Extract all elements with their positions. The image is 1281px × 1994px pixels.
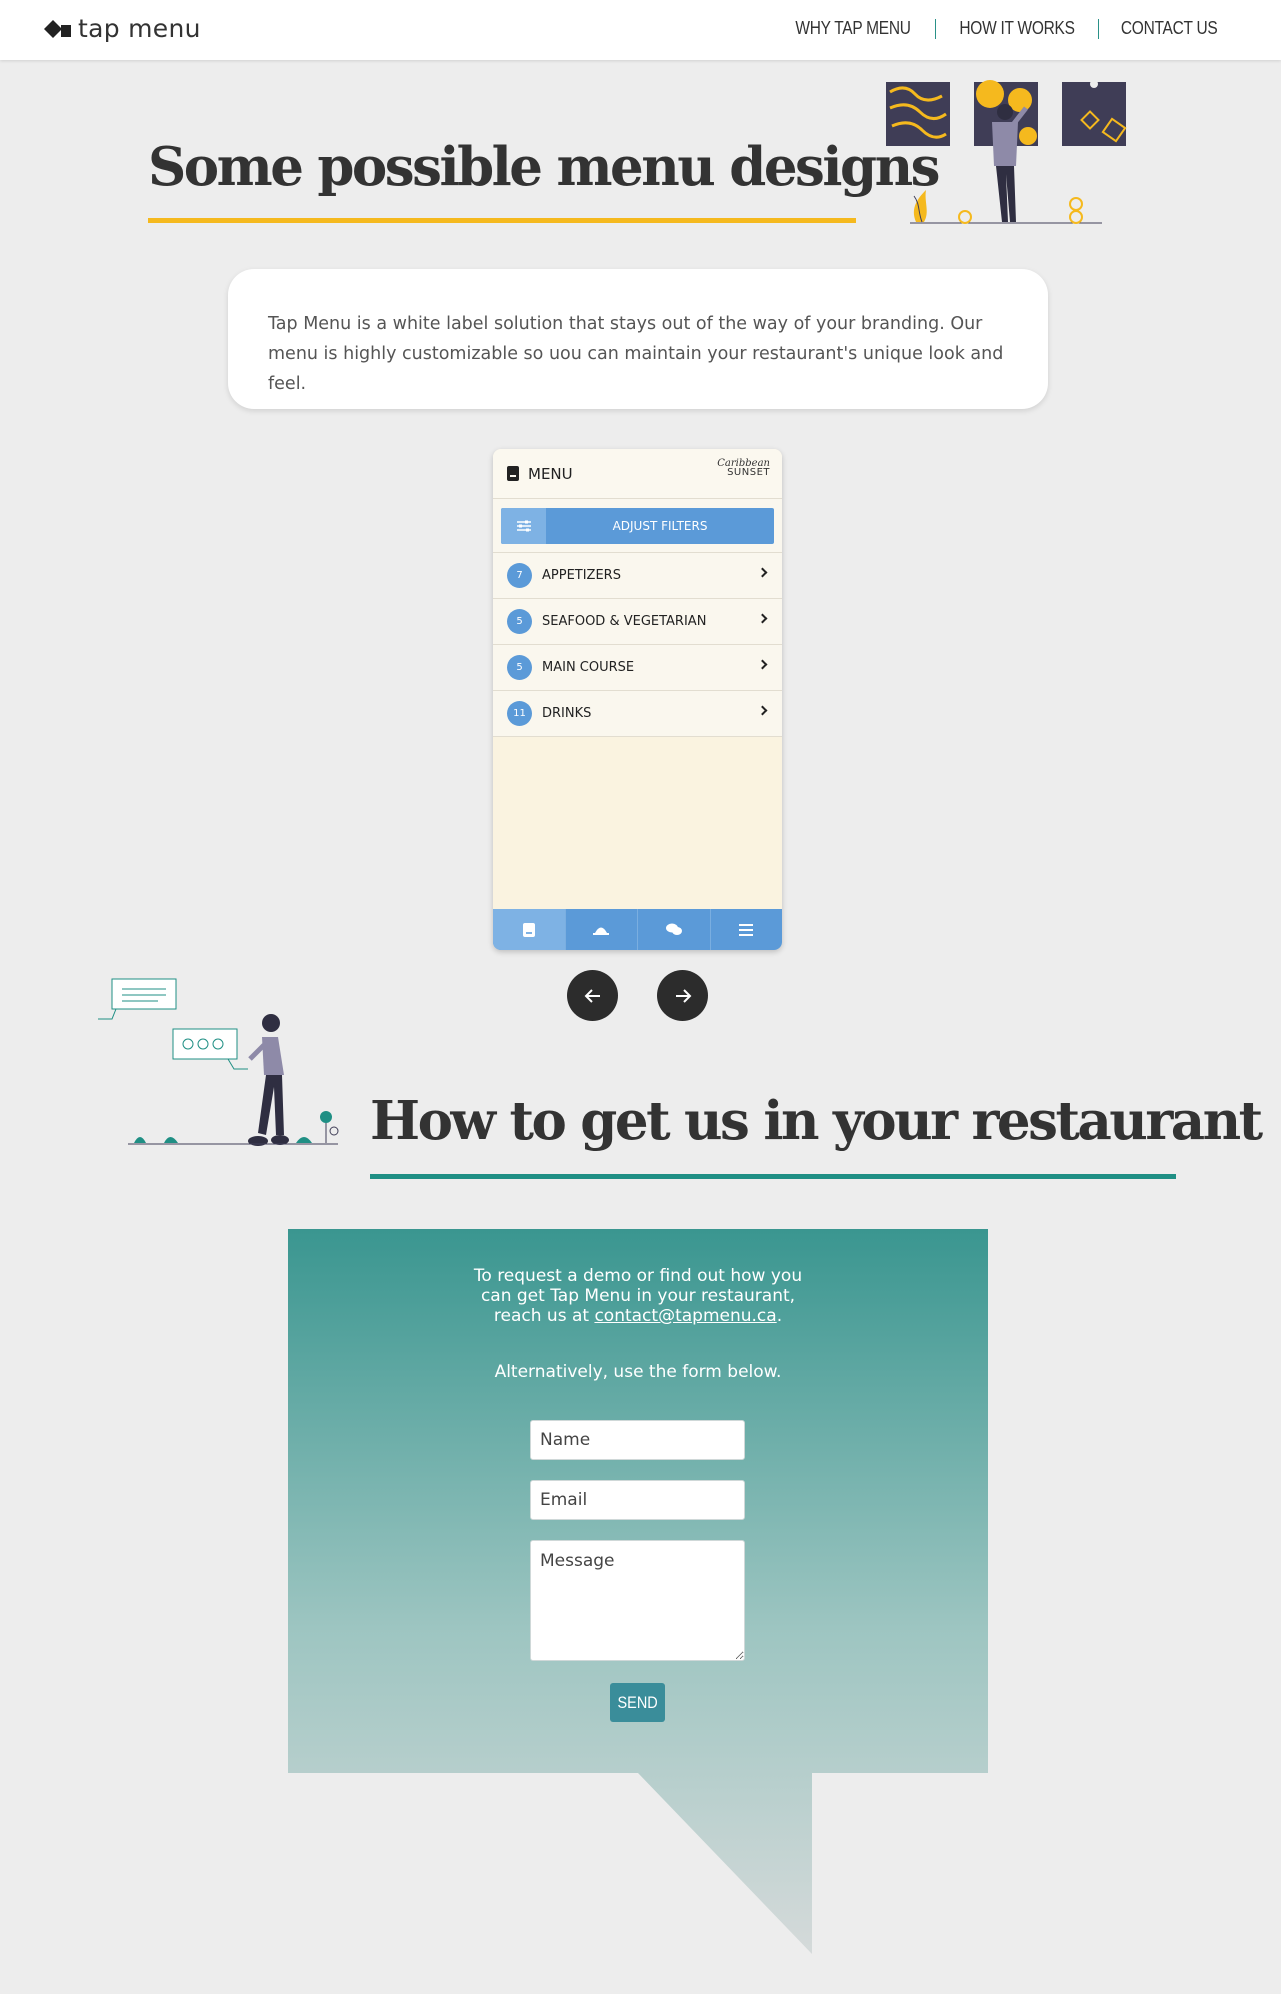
- chat-icon: [665, 923, 682, 935]
- category-count: 7: [507, 563, 532, 588]
- category-count: 11: [507, 701, 532, 726]
- name-field[interactable]: [530, 1420, 745, 1460]
- designs-heading: Some possible menu designs: [148, 136, 940, 198]
- nav-links: WHY TAP MENU HOW IT WORKS CONTACT US: [786, 18, 1225, 39]
- contact-section: To request a demo or find out how you ca…: [288, 1229, 988, 1954]
- email-field[interactable]: [530, 1480, 745, 1520]
- logo-icon: [44, 19, 71, 38]
- category-label: DRINKS: [542, 706, 592, 721]
- arrow-right-icon: [675, 988, 691, 1003]
- intro-text: Tap Menu is a white label solution that …: [268, 314, 1004, 394]
- hamburger-icon: [739, 923, 754, 936]
- contact-alt-text: Alternatively, use the form below.: [494, 1362, 782, 1382]
- tab-menu[interactable]: [493, 909, 566, 950]
- gallery-illustration: [886, 80, 1127, 224]
- top-nav: tap menu WHY TAP MENU HOW IT WORKS CONTA…: [0, 0, 1281, 60]
- cloche-icon: [593, 927, 610, 935]
- menu-book-icon: [507, 466, 519, 481]
- category-count: 5: [507, 609, 532, 634]
- restaurant-logo: Caribbean SUNSET: [717, 458, 770, 478]
- filter-bar: ADJUST FILTERS: [493, 499, 782, 553]
- feedback-illustration: [98, 978, 339, 1146]
- heading-underline: [148, 218, 856, 223]
- category-label: MAIN COURSE: [542, 660, 635, 675]
- category-row-drinks[interactable]: 11 DRINKS: [493, 691, 782, 737]
- category-row-main-course[interactable]: 5 MAIN COURSE: [493, 645, 782, 691]
- heading-underline: [370, 1174, 1176, 1179]
- adjust-filters-button[interactable]: ADJUST FILTERS: [501, 508, 774, 544]
- next-design-button[interactable]: [657, 970, 708, 1021]
- phone-menu-title: MENU: [528, 464, 573, 483]
- chevron-right-icon: [757, 705, 768, 716]
- intro-card: Tap Menu is a white label solution that …: [228, 269, 1048, 409]
- restaurant-heading: How to get us in your restaurant: [370, 1090, 1263, 1152]
- logo-text: tap menu: [78, 14, 201, 43]
- chevron-right-icon: [757, 659, 768, 670]
- category-label: APPETIZERS: [542, 568, 621, 583]
- arrow-left-icon: [584, 988, 600, 1003]
- menu-phone-preview: MENU Caribbean SUNSET ADJUST FILTERS 7 A…: [493, 449, 782, 950]
- send-label: SEND: [617, 1692, 658, 1712]
- tab-chat[interactable]: [638, 909, 711, 950]
- adjust-filters-label: ADJUST FILTERS: [612, 519, 708, 533]
- message-field[interactable]: [530, 1540, 745, 1661]
- category-label: SEAFOOD & VEGETARIAN: [542, 614, 707, 629]
- nav-link-why[interactable]: WHY TAP MENU: [796, 18, 912, 39]
- nav-divider: [1097, 18, 1099, 39]
- send-button[interactable]: SEND: [610, 1683, 665, 1722]
- phone-header: MENU Caribbean SUNSET: [493, 449, 782, 499]
- nav-divider: [934, 18, 936, 39]
- contact-intro-end: .: [776, 1306, 783, 1326]
- tab-order[interactable]: [566, 909, 638, 950]
- contact-email-link[interactable]: contact@tapmenu.ca: [594, 1306, 776, 1326]
- category-row-seafood[interactable]: 5 SEAFOOD & VEGETARIAN: [493, 599, 782, 645]
- category-count: 5: [507, 655, 532, 680]
- prev-design-button[interactable]: [567, 970, 618, 1021]
- sliders-icon: [501, 508, 546, 544]
- logo[interactable]: tap menu: [42, 14, 201, 43]
- contact-intro: To request a demo or find out how you ca…: [458, 1266, 818, 1326]
- menu-book-icon: [522, 922, 535, 937]
- nav-link-contact[interactable]: CONTACT US: [1121, 18, 1218, 39]
- chevron-right-icon: [757, 567, 768, 578]
- tab-more[interactable]: [711, 909, 783, 950]
- category-row-appetizers[interactable]: 7 APPETIZERS: [493, 553, 782, 599]
- nav-link-how[interactable]: HOW IT WORKS: [959, 18, 1075, 39]
- chevron-right-icon: [757, 613, 768, 624]
- phone-tab-bar: [493, 909, 782, 950]
